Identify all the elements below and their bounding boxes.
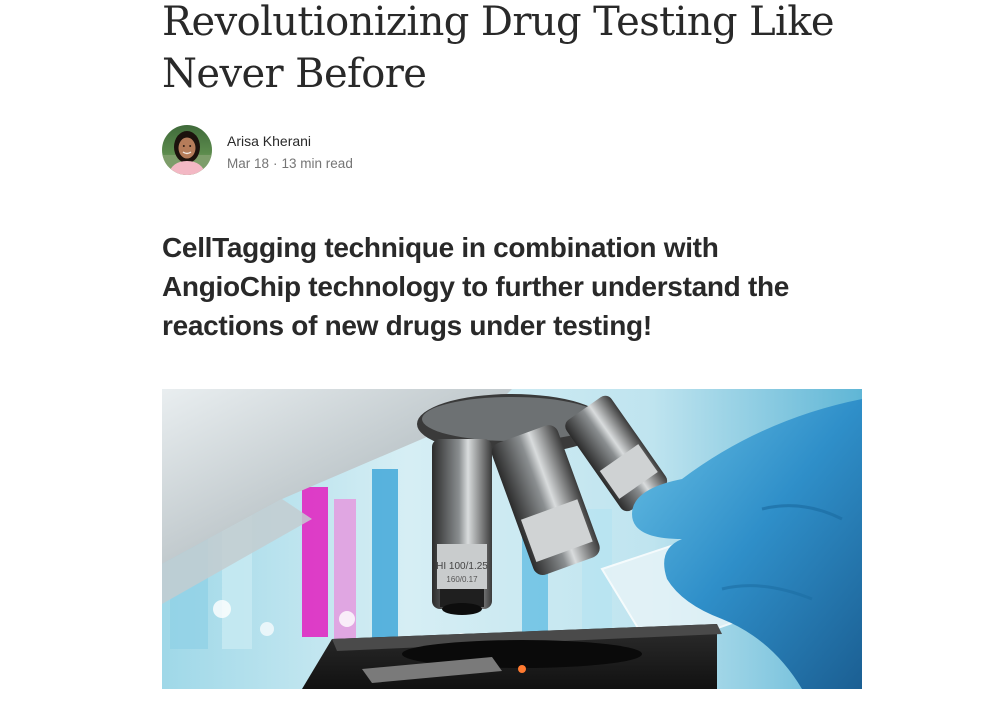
author-avatar[interactable] (162, 125, 212, 175)
microscope-photo-icon: HI 100/1.25 160/0.17 (162, 389, 862, 689)
author-name-link[interactable]: Arisa Kherani (227, 132, 353, 150)
author-byline: Arisa Kherani Mar 18 · 13 min read (162, 124, 562, 176)
author-meta: Arisa Kherani Mar 18 · 13 min read (227, 132, 353, 173)
article-title: Revolutionizing Drug Testing Like Never … (162, 0, 835, 97)
objective-marking: HI 100/1.25 (436, 561, 488, 572)
post-meta: Mar 18 · 13 min read (227, 155, 353, 173)
objective-marking-2: 160/0.17 (446, 575, 478, 584)
hero-image: HI 100/1.25 160/0.17 (162, 389, 862, 689)
article-page: Revolutionizing Drug Testing Like Never … (0, 0, 983, 709)
read-time: 13 min read (281, 156, 353, 171)
article-subtitle: CellTagging technique in combination wit… (162, 232, 790, 341)
meta-separator: · (273, 156, 278, 171)
author-avatar-photo-icon (162, 125, 212, 175)
post-date: Mar 18 (227, 156, 270, 171)
